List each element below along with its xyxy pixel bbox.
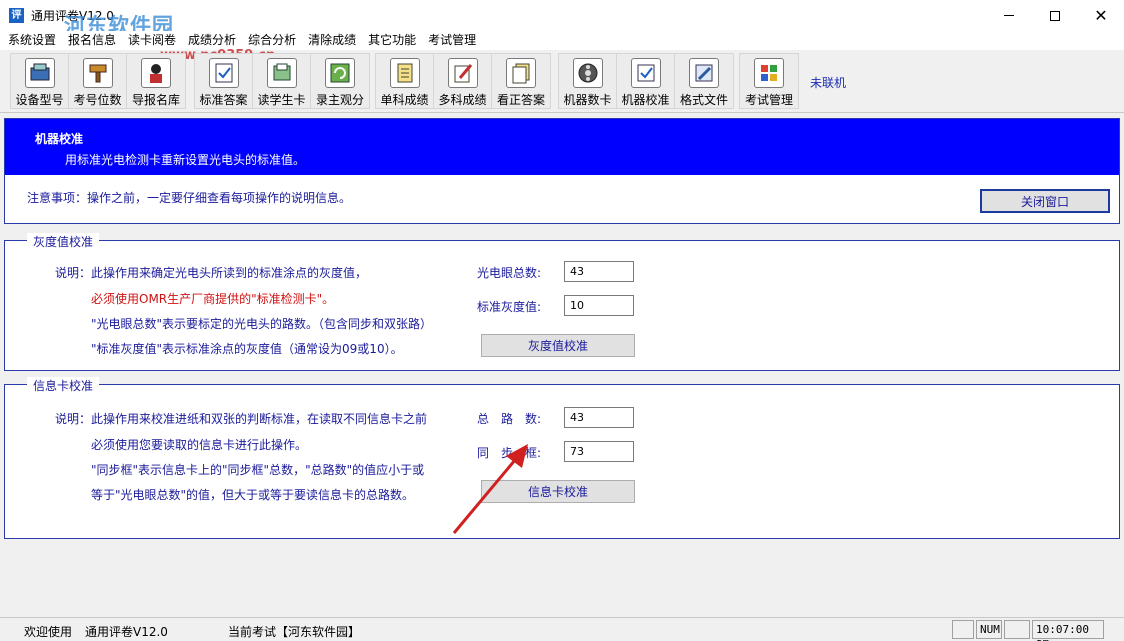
status-cell-empty (1004, 620, 1030, 639)
enter-subjective-score-button[interactable]: 录主观分 (311, 54, 369, 108)
standard-answer-button[interactable]: 标准答案 (195, 54, 253, 108)
standard-gray-label: 标准灰度值: (477, 300, 542, 314)
device-model-button[interactable]: 设备型号 (11, 54, 69, 108)
annotation-arrow-icon (452, 444, 528, 534)
format-file-button[interactable]: 格式文件 (675, 54, 733, 108)
app-icon: 评 (9, 8, 24, 23)
machine-calibration-button[interactable]: 机器校准 (617, 54, 675, 108)
description-line: 说明：此操作用来确定光电头所读到的标准涂点的灰度值， (55, 266, 368, 280)
edit-pencil-icon (689, 58, 719, 88)
hammer-icon (82, 58, 113, 88)
maximize-icon (1050, 10, 1060, 21)
description-line: 说明：此操作用来校准进纸和双张的判断标准，在读取不同信息卡之前 (55, 412, 428, 426)
toolbar-group-answers: 标准答案 读学生卡 录主观分 (194, 53, 370, 109)
standard-gray-input[interactable] (564, 295, 634, 316)
menu-registration[interactable]: 报名信息 (62, 31, 122, 50)
status-welcome: 欢迎使用 (24, 625, 73, 639)
toolbar-group-machine: 机器数卡 机器校准 格式文件 (558, 53, 734, 109)
sensor-total-label: 光电眼总数: (477, 266, 542, 280)
toolbar-group-scores: 单科成绩 多科成绩 看正答案 (375, 53, 551, 109)
minimize-button[interactable] (986, 0, 1032, 31)
close-window-button[interactable]: 关闭窗口 (980, 189, 1110, 213)
total-channels-label: 总 路 数: (477, 412, 542, 426)
menu-exam-management[interactable]: 考试管理 (422, 31, 482, 50)
notice-text: 注意事项：操作之前，一定要仔细查看每项操作的说明信息。 (27, 191, 352, 205)
description-line: 必须使用OMR生产厂商提供的"标准检测卡"。 (91, 292, 335, 306)
import-registration-button[interactable]: 导报名库 (127, 54, 185, 108)
person-icon (141, 58, 171, 88)
maximize-button[interactable] (1032, 0, 1078, 31)
exam-management-button[interactable]: 考试管理 (740, 54, 798, 108)
title-bar: 评 通用评卷V12.0 河东软件园 ✕ (0, 0, 1124, 38)
status-cell-empty (952, 620, 974, 639)
status-bar: 欢迎使用 通用评卷V12.0 当前考试【河东软件园】 NUM 10:07:00 … (0, 617, 1124, 641)
exam-id-digits-button[interactable]: 考号位数 (69, 54, 127, 108)
status-app-name: 通用评卷V12.0 (85, 625, 168, 639)
num-lock-indicator: NUM (976, 620, 1002, 639)
card-reader-icon (266, 58, 297, 88)
checklist-icon (208, 58, 239, 88)
machine-count-cards-button[interactable]: 机器数卡 (559, 54, 617, 108)
read-student-card-button[interactable]: 读学生卡 (253, 54, 311, 108)
grid-app-icon (754, 58, 784, 88)
close-button[interactable]: ✕ (1078, 0, 1124, 31)
page-subtitle: 用标准光电检测卡重新设置光电头的标准值。 (65, 153, 306, 167)
film-reel-icon (572, 58, 603, 88)
description-line: 必须使用您要读取的信息卡进行此操作。 (91, 438, 308, 452)
scanner-icon (24, 58, 55, 88)
toolbar-group-exam: 考试管理 (739, 53, 799, 109)
close-icon: ✕ (1094, 5, 1108, 25)
toolbar: www.pc0359.cn 设备型号 考号位数 导报名库 标准答案 读学生卡 录… (0, 48, 1124, 113)
multi-subject-score-button[interactable]: 多科成绩 (434, 54, 492, 108)
status-current-exam: 当前考试【河东软件园】 (228, 625, 361, 639)
pen-paper-icon (447, 58, 478, 88)
connection-status: 未联机 (810, 76, 847, 90)
sync-frames-input[interactable] (564, 441, 634, 462)
refresh-icon (325, 58, 355, 88)
minimize-icon (1004, 15, 1014, 16)
total-channels-input[interactable] (564, 407, 634, 428)
group-title: 信息卡校准 (27, 377, 100, 394)
status-clock: 10:07:00 am (1032, 620, 1104, 641)
toolbar-group-setup: 设备型号 考号位数 导报名库 (10, 53, 186, 109)
sensor-total-input[interactable] (564, 261, 634, 282)
page-title: 机器校准 (35, 132, 84, 146)
description-line: "同步框"表示信息卡上的"同步框"总数，"总路数"的值应小于或 (91, 463, 425, 477)
calibration-header: 机器校准 用标准光电检测卡重新设置光电头的标准值。 注意事项：操作之前，一定要仔… (4, 118, 1120, 224)
checkbox-icon (630, 58, 661, 88)
document-icon (389, 58, 420, 88)
description-line: 等于"光电眼总数"的值，但大于或等于要读信息卡的总路数。 (91, 488, 415, 502)
stacked-papers-icon (506, 58, 536, 88)
view-correct-answers-button[interactable]: 看正答案 (492, 54, 550, 108)
description-line: "标准灰度值"表示标准涂点的灰度值（通常设为09或10）。 (91, 342, 403, 356)
gray-calibration-group: 灰度值校准 说明：此操作用来确定光电头所读到的标准涂点的灰度值， 必须使用OMR… (4, 233, 1120, 371)
info-card-calibration-group: 信息卡校准 说明：此操作用来校准进纸和双张的判断标准，在读取不同信息卡之前 必须… (4, 377, 1120, 539)
header-banner: 机器校准 用标准光电检测卡重新设置光电头的标准值。 (5, 119, 1119, 175)
menu-other-functions[interactable]: 其它功能 (362, 31, 422, 50)
group-title: 灰度值校准 (27, 233, 100, 250)
description-line: "光电眼总数"表示要标定的光电头的路数。（包含同步和双张路） (91, 317, 433, 331)
single-subject-score-button[interactable]: 单科成绩 (376, 54, 434, 108)
gray-calibrate-button[interactable]: 灰度值校准 (481, 334, 635, 357)
menu-clear-scores[interactable]: 清除成绩 (302, 31, 362, 50)
menu-system-settings[interactable]: 系统设置 (0, 31, 62, 50)
